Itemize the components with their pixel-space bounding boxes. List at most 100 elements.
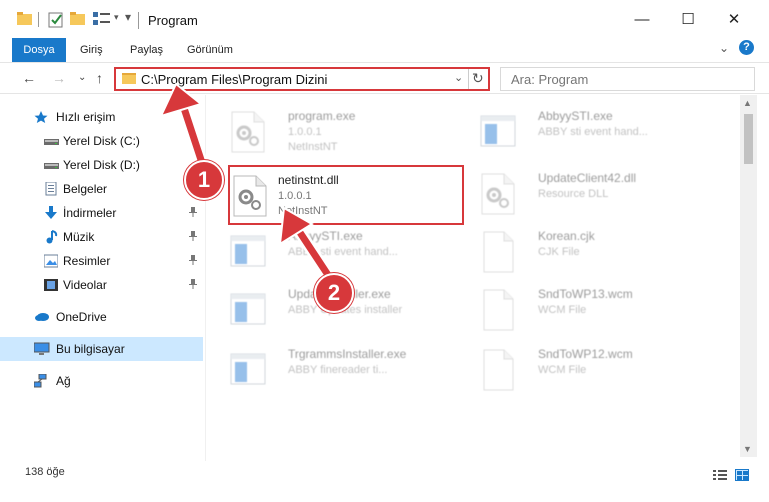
file-name: program.exe — [288, 109, 356, 123]
sidebar-item[interactable]: Yerel Disk (D:) — [0, 153, 203, 177]
qa-separator — [38, 12, 39, 27]
qa-dropdown-icon[interactable]: ▾ — [114, 12, 119, 23]
app-window-icon — [230, 289, 266, 331]
sidebar-item-label: Hızlı erişim — [56, 110, 116, 124]
pin-icon — [189, 231, 197, 244]
document-icon — [480, 289, 516, 331]
status-bar: 138 öğe — [0, 461, 769, 485]
sidebar-item-label: Müzik — [63, 230, 95, 244]
file-name: AbbyySTI.exe — [538, 109, 613, 123]
sidebar-item[interactable]: Hızlı erişim — [0, 105, 203, 129]
computer-icon — [33, 342, 50, 356]
file-item[interactable]: UpdateClient42.dll Resource DLL — [468, 165, 708, 225]
window-title: Program — [148, 13, 198, 28]
sidebar-item-label: Bu bilgisayar — [56, 342, 125, 356]
document-icon — [480, 349, 516, 391]
file-item[interactable]: SndToWP13.wcm WCM File — [468, 281, 708, 341]
title-separator — [138, 12, 139, 29]
sidebar-item[interactable]: İndirmeler — [0, 201, 203, 225]
file-item[interactable]: netinstnt.dll 1.0.0.1 NetInstNT — [228, 165, 464, 225]
file-detail: ABBY finereader ti... — [288, 364, 388, 376]
file-detail: ABBY sti event hand... — [538, 126, 648, 138]
file-item[interactable]: Korean.cjk CJK File — [468, 223, 708, 283]
minimize-button[interactable]: — — [622, 6, 662, 34]
file-item[interactable]: AbbyySTI.exe ABBY sti event hand... — [468, 103, 708, 163]
file-list: program.exe 1.0.0.1 NetInstNT netinstnt.dll… — [218, 95, 738, 457]
file-name: TrgrammsInstaller.exe — [288, 347, 407, 361]
app-window-icon — [480, 111, 516, 153]
drive-icon — [44, 158, 59, 172]
cloud-icon — [34, 310, 49, 324]
sidebar-item-label: Ağ — [56, 374, 71, 388]
scroll-up-icon[interactable]: ▲ — [743, 98, 752, 108]
tab-share[interactable]: Paylaş — [130, 38, 163, 62]
sidebar-item-label: İndirmeler — [63, 206, 117, 220]
item-count: 138 öğe — [25, 466, 65, 478]
new-folder-icon[interactable] — [70, 12, 86, 26]
sidebar-item-label: OneDrive — [56, 310, 107, 324]
navigation-pane-border — [205, 95, 206, 461]
pin-icon — [189, 207, 197, 220]
sidebar-item-label: Belgeler — [63, 182, 108, 196]
back-button[interactable]: ← — [22, 70, 36, 86]
file-company: NetInstNT — [288, 141, 338, 153]
annotation-badge-1: 1 — [184, 160, 224, 200]
file-name: netinstnt.dll — [278, 173, 339, 187]
app-window-icon — [230, 349, 266, 391]
close-button[interactable]: ✕ — [714, 6, 754, 34]
recent-locations-icon[interactable]: ⌄ — [78, 72, 86, 83]
customize-qa-icon[interactable]: ▾ — [125, 10, 131, 24]
tiles-view-icon[interactable] — [735, 469, 749, 481]
file-name: UpdateClient42.dll — [538, 171, 637, 185]
scroll-down-icon[interactable]: ▼ — [743, 444, 752, 454]
sidebar-item[interactable]: Yerel Disk (C:) — [0, 129, 203, 153]
sidebar-item[interactable]: Bu bilgisayar — [0, 337, 203, 361]
sidebar-item[interactable]: Videolar — [0, 273, 203, 297]
annotation-badge-2: 2 — [314, 273, 354, 313]
search-input[interactable] — [500, 67, 755, 91]
title-bar: ▾ ▾ Program — ☐ ✕ — [0, 0, 769, 38]
sidebar-item-label: Resimler — [63, 254, 111, 268]
refresh-icon[interactable]: ↻ — [472, 70, 484, 87]
file-item[interactable]: SndToWP12.wcm WCM File — [468, 341, 708, 401]
file-name: Korean.cjk — [538, 229, 595, 243]
file-name: SndToWP12.wcm — [538, 347, 633, 361]
sidebar-item[interactable]: OneDrive — [0, 305, 203, 329]
file-detail: ABBY sti event hand... — [288, 246, 398, 258]
pin-icon — [189, 279, 197, 292]
sidebar-item[interactable]: Ağ — [0, 369, 203, 393]
forward-button[interactable]: → — [52, 70, 66, 86]
properties-icon[interactable] — [48, 12, 64, 28]
view-options-icon[interactable] — [93, 12, 111, 26]
documents-icon — [44, 181, 58, 196]
address-dropdown-icon[interactable]: ⌄ — [454, 71, 463, 84]
sidebar-item-label: Videolar — [63, 278, 107, 292]
scrollbar-thumb[interactable] — [744, 114, 753, 164]
up-button[interactable]: ↑ — [96, 70, 103, 86]
dll-gear-icon — [232, 175, 268, 217]
sidebar-item[interactable]: Resimler — [0, 249, 203, 273]
maximize-button[interactable]: ☐ — [668, 6, 708, 34]
file-item[interactable]: TrgrammsInstaller.exe ABBY finereader ti.… — [218, 341, 458, 401]
star-icon — [34, 110, 48, 124]
address-bar[interactable]: C:\Program Files\Program Dizini ⌄ ↻ — [114, 67, 490, 91]
expand-ribbon-icon[interactable]: ⌄ — [719, 41, 729, 55]
dll-gear-icon — [480, 173, 516, 215]
file-detail: CJK File — [538, 246, 580, 258]
tab-view[interactable]: Görünüm — [187, 38, 233, 62]
tab-file[interactable]: Dosya — [12, 38, 66, 62]
file-detail: 1.0.0.1 — [278, 190, 312, 202]
folder-icon[interactable] — [17, 12, 33, 26]
sidebar-item[interactable]: Belgeler — [0, 177, 203, 201]
address-separator — [468, 69, 469, 89]
sidebar-item[interactable]: Müzik — [0, 225, 203, 249]
file-item[interactable]: program.exe 1.0.0.1 NetInstNT — [218, 103, 458, 163]
help-icon[interactable]: ? — [739, 40, 754, 55]
tab-home[interactable]: Giriş — [80, 38, 103, 62]
pin-icon — [189, 255, 197, 268]
network-icon — [33, 373, 48, 388]
details-view-icon[interactable] — [713, 469, 727, 481]
gear-app-icon — [230, 111, 266, 153]
navigation-pane: Hızlı erişim Yerel Disk (C:) Yerel Disk (D… — [0, 95, 205, 461]
drive-icon — [44, 134, 59, 148]
